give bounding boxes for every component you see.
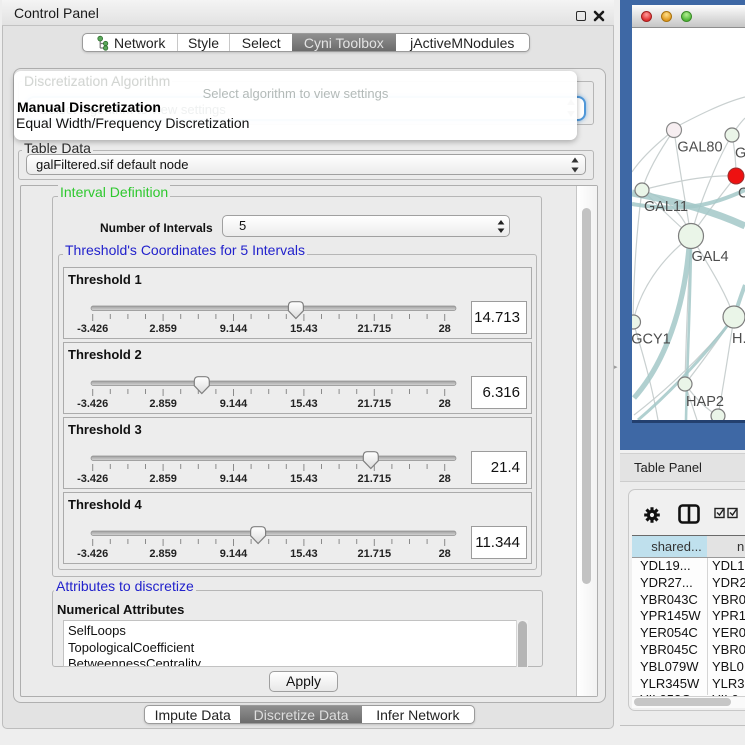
- svg-text:GAL80: GAL80: [677, 140, 722, 156]
- svg-text:GAL4: GAL4: [691, 249, 728, 265]
- svg-text:GCY1: GCY1: [632, 332, 671, 348]
- svg-text:C...: C...: [738, 186, 745, 202]
- svg-text:HAP2: HAP2: [686, 394, 724, 410]
- svg-text:H...: H...: [732, 331, 745, 347]
- svg-text:G...: G...: [735, 146, 745, 162]
- svg-text:GAL11: GAL11: [644, 199, 688, 215]
